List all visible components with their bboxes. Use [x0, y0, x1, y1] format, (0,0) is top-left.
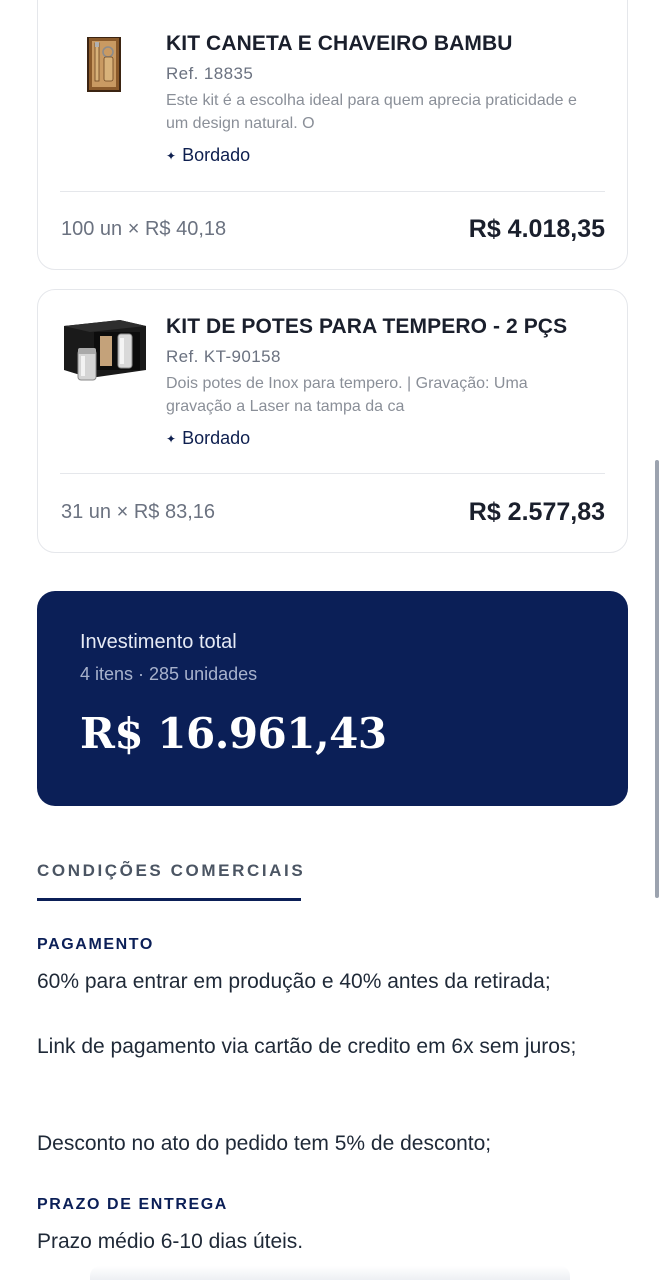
investment-summary: 4 itens · 285 unidades — [80, 664, 258, 684]
product-image-bamboo-kit — [60, 36, 168, 127]
investment-label: Investimento total — [80, 631, 237, 653]
sparkle-icon: ✦ — [166, 148, 177, 163]
delivery-text: Prazo médio 6-10 dias úteis. — [37, 1230, 304, 1253]
product-ref: Ref. 18835 — [166, 64, 254, 83]
customization-tag: ✦ Bordado — [166, 145, 607, 166]
quote-page: KIT CANETA E CHAVEIRO BAMBU Ref. 18835 E… — [0, 0, 665, 1280]
delivery-heading: PRAZO DE ENTREGA — [37, 1196, 228, 1213]
divider — [60, 191, 605, 192]
divider — [60, 473, 605, 474]
payment-line: Link de pagamento via cartão de credito … — [37, 1035, 577, 1058]
investment-total-panel: Investimento total 4 itens · 285 unidade… — [37, 591, 628, 806]
section-title-underline — [37, 898, 301, 901]
investment-amount: R$ 16.961,43 — [80, 709, 387, 758]
customization-label: Bordado — [182, 145, 251, 165]
product-card: KIT CANETA E CHAVEIRO BAMBU Ref. 18835 E… — [37, 0, 628, 270]
payment-line: Desconto no ato do pedido tem 5% de desc… — [37, 1132, 492, 1155]
product-name: KIT DE POTES PARA TEMPERO - 2 PÇS — [166, 315, 568, 338]
line-total: R$ 4.018,35 — [468, 215, 605, 243]
bottom-sheet-edge — [90, 1266, 570, 1280]
sparkle-icon: ✦ — [166, 431, 177, 446]
product-card: KIT DE POTES PARA TEMPERO - 2 PÇS Ref. K… — [37, 289, 628, 553]
product-name: KIT CANETA E CHAVEIRO BAMBU — [166, 32, 513, 55]
quantity-unit-price: 100 un × R$ 40,18 — [61, 218, 227, 240]
product-ref: Ref. KT-90158 — [166, 347, 281, 366]
product-info: KIT CANETA E CHAVEIRO BAMBU Ref. 18835 E… — [166, 31, 607, 166]
customization-label: Bordado — [182, 428, 251, 448]
section-title-conditions: CONDIÇÕES COMERCIAIS — [37, 861, 306, 880]
quantity-unit-price: 31 un × R$ 83,16 — [61, 501, 216, 523]
customization-tag: ✦ Bordado — [166, 428, 607, 449]
line-total: R$ 2.577,83 — [468, 498, 605, 526]
vertical-scrollbar[interactable] — [655, 460, 659, 898]
payment-heading: PAGAMENTO — [37, 936, 154, 953]
product-description: Dois potes de Inox para tempero. | Grava… — [166, 375, 528, 415]
payment-line: 60% para entrar em produção e 40% antes … — [37, 970, 551, 993]
product-info: KIT DE POTES PARA TEMPERO - 2 PÇS Ref. K… — [166, 314, 607, 449]
product-description: Este kit é a escolha ideal para quem apr… — [166, 92, 577, 132]
product-image-spice-kit — [60, 312, 168, 402]
